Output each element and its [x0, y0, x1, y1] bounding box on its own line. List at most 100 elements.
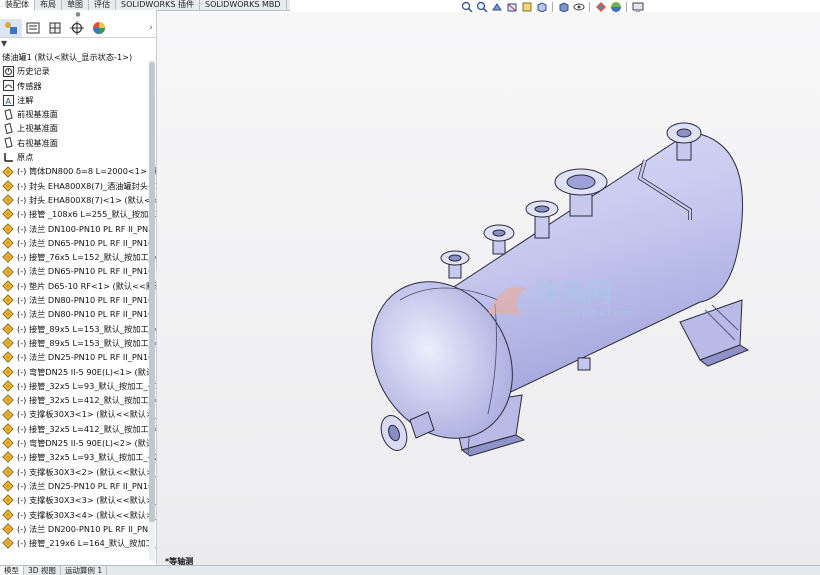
tree-item-label: (-) 接管_32x5 L=412_默认_按加工_<	[17, 395, 156, 406]
tree-item-component[interactable]: (-) 法兰 DN25-PN10 PL RF II_PN10	[0, 350, 156, 364]
part-icon	[2, 251, 14, 264]
tree-item-label: 历史记录	[17, 66, 50, 77]
configuration-manager-tab[interactable]	[44, 19, 66, 37]
tree-item-component[interactable]: (-) 法兰 DN25-PN10 PL RF II_PN10	[0, 479, 156, 493]
tree-item-component[interactable]: (-) 接管_219x6 L=164_默认_按加工_<	[0, 536, 156, 550]
tree-root-label: 储油罐1 (默认<默认_显示状态-1>)	[2, 52, 133, 62]
filter-icon[interactable]: ▼	[0, 38, 156, 50]
tree-item-component[interactable]: (-) 弯管DN25 II-5 90E(L)<1> (默认	[0, 365, 156, 379]
part-icon	[2, 165, 14, 178]
tree-item[interactable]: 传感器	[0, 79, 156, 93]
plane-icon	[2, 123, 14, 135]
tree-item-component[interactable]: (-) 支撑板30X3<2> (默认<<默认>_显	[0, 465, 156, 479]
part-icon	[2, 237, 14, 249]
tree-item-component[interactable]: (-) 支撑板30X3<1> (默认<<默认>_显	[0, 407, 156, 421]
part-icon	[2, 280, 14, 292]
tree-item-label: 传感器	[17, 80, 42, 91]
tree-item-component[interactable]: (-) 垫片 D65-10 RF<1> (默认<<默认	[0, 279, 156, 293]
tree-item-component[interactable]: (-) 法兰 DN65-PN10 PL RF II_PN10	[0, 236, 156, 250]
command-tab[interactable]: 装配体	[0, 0, 35, 10]
tree-item-component[interactable]: (-) 法兰 DN80-PN10 PL RF II_PN10	[0, 307, 156, 321]
command-tab[interactable]: SOLIDWORKS MBD	[200, 0, 287, 10]
command-tab[interactable]: SOLIDWORKS 插件	[116, 0, 200, 10]
sensor-icon	[2, 80, 14, 92]
part-icon	[2, 494, 14, 507]
tree-item-component[interactable]: (-) 接管_32x5 L=93_默认_按加工_<2	[0, 450, 156, 464]
part-icon	[2, 265, 14, 278]
tree-item[interactable]: A 注解	[0, 93, 156, 107]
tree-item-label: (-) 法兰 DN200-PN10 PL RF II_PN1	[17, 523, 154, 534]
tree-item-label: (-) 接管_89x5 L=153_默认_按加工_<	[17, 337, 156, 348]
part-icon	[2, 365, 14, 378]
part-icon	[2, 194, 14, 206]
property-manager-tab[interactable]	[22, 19, 44, 37]
part-icon	[2, 451, 14, 464]
tree-item-component[interactable]: (-) 封头 EHA800X8(7)<1> (默认<<默	[0, 193, 156, 207]
tree-item-component[interactable]: (-) 法兰 DN65-PN10 PL RF II_PN10	[0, 264, 156, 278]
part-icon	[2, 337, 14, 349]
part-icon	[2, 208, 14, 221]
tree-item-label: (-) 支撑板30X3<1> (默认<<默认>_显	[17, 409, 156, 420]
display-manager-tab[interactable]	[88, 19, 110, 37]
tree-item-label: 上视基准面	[17, 123, 58, 134]
part-icon	[2, 380, 14, 392]
scrollbar-thumb[interactable]	[149, 62, 155, 522]
tree-item-label: 前视基准面	[17, 109, 58, 120]
tree-item[interactable]: 前视基准面	[0, 107, 156, 121]
watermark-logo-icon: 沐风网 www.mfcad.com	[488, 279, 632, 319]
tree-item-component[interactable]: (-) 接管_32x5 L=412_默认_按加工_<	[0, 422, 156, 436]
command-tab[interactable]: 评估	[89, 0, 116, 10]
tree-item-label: (-) 法兰 DN65-PN10 PL RF II_PN10	[17, 266, 154, 277]
tree-scrollbar[interactable]	[149, 60, 155, 560]
part-icon	[2, 437, 14, 449]
feature-manager-tab[interactable]	[0, 19, 22, 37]
watermark-title: 沐风网	[534, 279, 612, 309]
toolbar-separator	[552, 2, 553, 12]
dimxpert-tab[interactable]	[66, 19, 88, 37]
tree-item-component[interactable]: (-) 支撑板30X3<4> (默认<<默认>_显	[0, 508, 156, 522]
tree-item-label: (-) 封头 EHA800X8(7)<1> (默认<<默	[17, 194, 156, 205]
tree-item-label: (-) 支撑板30X3<4> (默认<<默认>_显	[17, 509, 156, 520]
tree-item-component[interactable]: (-) 接管_89x5 L=153_默认_按加工_<	[0, 322, 156, 336]
tree-item-component[interactable]: (-) 法兰 DN80-PN10 PL RF II_PN10	[0, 293, 156, 307]
command-tab[interactable]: 草图	[62, 0, 89, 10]
tree-item-label: 右视基准面	[17, 137, 58, 148]
graphics-area[interactable]: 沐风网 www.mfcad.com	[157, 12, 820, 570]
tree-item-component[interactable]: (-) 接管_76x5 L=152_默认_按加工_<	[0, 250, 156, 264]
tree-item-component[interactable]: (-) 法兰 DN100-PN10 PL RF II_PN1	[0, 222, 156, 236]
tree-item-label: (-) 接管_32x5 L=93_默认_按加工_<2	[17, 452, 156, 463]
tree-item-component[interactable]: (-) 接管_32x5 L=93_默认_按加工_<1	[0, 379, 156, 393]
tree-item-component[interactable]: (-) 筒体DN800 δ=8 L=2000<1> (默认	[0, 164, 156, 178]
tree-item-label: (-) 接管_32x5 L=412_默认_按加工_<	[17, 423, 156, 434]
tree-item[interactable]: 原点	[0, 150, 156, 164]
part-icon	[2, 323, 14, 335]
tree-item-component[interactable]: (-) 弯管DN25 II-5 90E(L)<2> (默认	[0, 436, 156, 450]
property-list-icon	[26, 22, 40, 34]
tree-item-component[interactable]: (-) 接管 _108x6 L=255_默认_按加工_	[0, 207, 156, 221]
part-icon	[2, 222, 14, 235]
tree-item-label: (-) 法兰 DN25-PN10 PL RF II_PN10	[17, 480, 154, 491]
toolbar-separator	[626, 2, 627, 12]
tree-item-component[interactable]: (-) 接管_89x5 L=153_默认_按加工_<	[0, 336, 156, 350]
part-icon	[2, 294, 14, 306]
panel-grip[interactable]: ●	[0, 10, 156, 19]
tree-item-label: (-) 弯管DN25 II-5 90E(L)<1> (默认	[17, 366, 155, 377]
tree-item[interactable]: 历史记录	[0, 64, 156, 78]
svg-text:A: A	[5, 97, 11, 106]
tree-item-label: (-) 支撑板30X3<3> (默认<<默认>_显	[17, 495, 156, 506]
panel-more-arrow[interactable]: ›	[146, 23, 156, 33]
part-icon	[2, 394, 14, 406]
feature-tree: 储油罐1 (默认<默认_显示状态-1>) 历史记录传感器 A 注解前视基准面上视基准…	[0, 50, 156, 550]
tree-item-component[interactable]: (-) 接管_32x5 L=412_默认_按加工_<	[0, 393, 156, 407]
tree-item-component[interactable]: (-) 封头 EHA800X8(7)_酒油罐封头<1	[0, 179, 156, 193]
annotation-icon: A	[2, 94, 14, 106]
command-tab[interactable]: 布局	[35, 0, 62, 10]
tree-item-label: (-) 法兰 DN80-PN10 PL RF II_PN10	[17, 309, 154, 320]
color-wheel-icon	[93, 22, 105, 34]
tree-root[interactable]: 储油罐1 (默认<默认_显示状态-1>)	[0, 50, 156, 64]
tree-item[interactable]: 上视基准面	[0, 121, 156, 135]
tree-item[interactable]: 右视基准面	[0, 136, 156, 150]
part-icon	[2, 466, 14, 478]
tree-item-component[interactable]: (-) 法兰 DN200-PN10 PL RF II_PN1	[0, 522, 156, 536]
tree-item-component[interactable]: (-) 支撑板30X3<3> (默认<<默认>_显	[0, 493, 156, 507]
